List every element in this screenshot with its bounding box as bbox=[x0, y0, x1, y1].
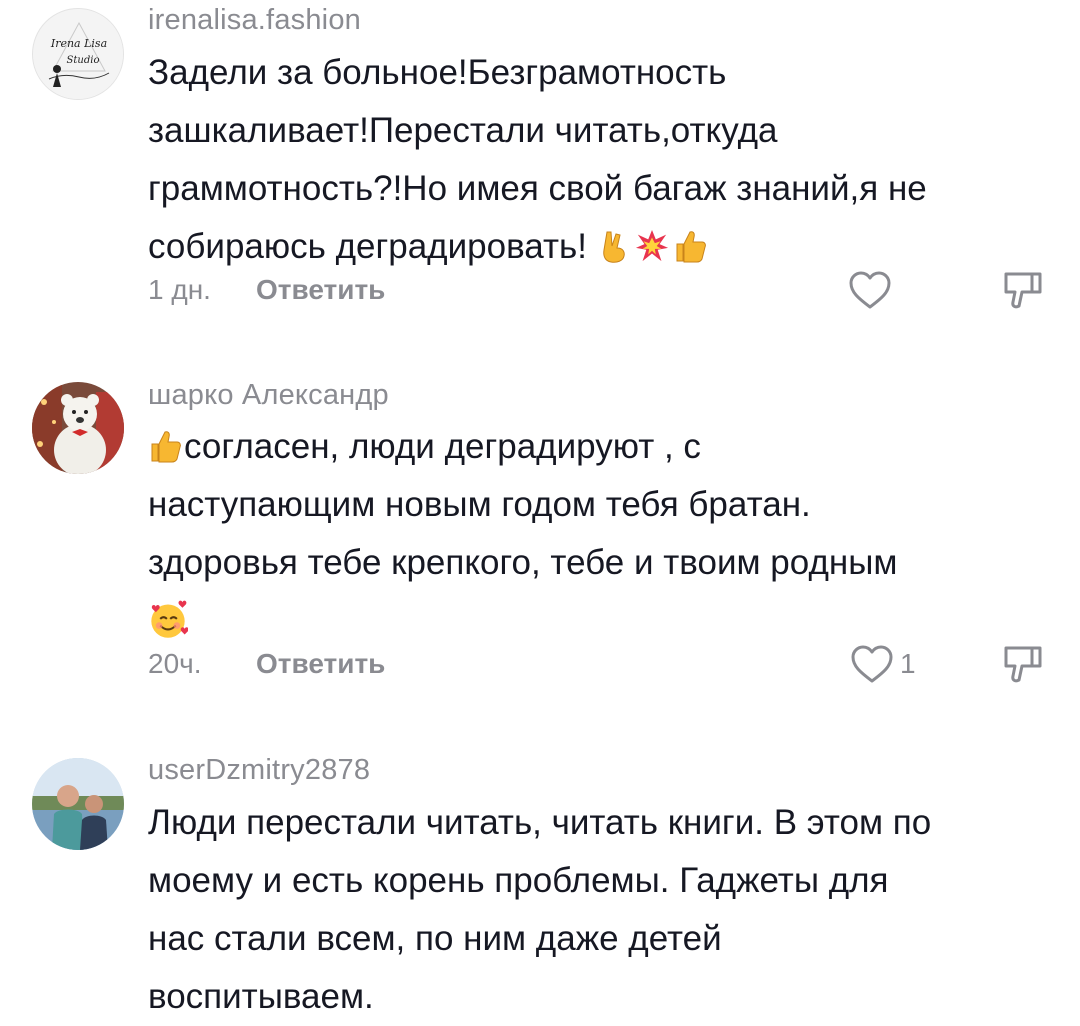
comment-line-text: собираюсь деградировать! bbox=[148, 227, 587, 266]
collision-emoji bbox=[635, 229, 668, 262]
comment-line: граммотность?!Но имея свой багаж знаний,… bbox=[148, 169, 927, 208]
comment-line-with-emoji: согласен, люди деградируют , с bbox=[148, 418, 1048, 476]
comment-line: воспитываем. bbox=[148, 977, 374, 1016]
avatar[interactable] bbox=[32, 382, 124, 474]
thumbs-up-emoji bbox=[151, 431, 181, 463]
comment-time: 1 дн. bbox=[148, 274, 211, 305]
comment-line: здоровья тебе крепкого, тебе и твоим род… bbox=[148, 543, 898, 582]
comment-line: Задели за больное!Безграмотность bbox=[148, 53, 727, 92]
comment-line: зашкаливает!Перестали читать,откуда bbox=[148, 111, 778, 150]
avatar-logo-text-1: Irena Lisa bbox=[50, 37, 107, 50]
comment-line: моему и есть корень проблемы. Гаджеты дл… bbox=[148, 861, 889, 900]
comment-time: 20ч. bbox=[148, 648, 202, 679]
comment-username[interactable]: irenalisa.fashion bbox=[148, 4, 361, 37]
comment-line-with-emojis: собираюсь деградировать! bbox=[148, 218, 1048, 276]
dislike-icon[interactable] bbox=[1000, 642, 1046, 686]
avatar-logo-text-2: Studio bbox=[67, 55, 100, 66]
victory-hand-emoji bbox=[602, 231, 625, 263]
avatar-photo-icon bbox=[32, 758, 124, 850]
comment-text: согласен, люди деградируют , с наступающ… bbox=[148, 418, 1048, 650]
avatar[interactable]: Irena Lisa Studio bbox=[32, 8, 124, 100]
avatar-photo-icon bbox=[32, 382, 124, 474]
avatar[interactable] bbox=[32, 758, 124, 850]
thumbs-up-emoji bbox=[676, 231, 706, 263]
smiling-face-with-hearts-emoji bbox=[151, 600, 188, 638]
reply-button[interactable]: Ответить bbox=[256, 274, 385, 306]
comment-meta: 20ч. Ответить bbox=[148, 648, 385, 680]
comment-line: наступающим новым годом тебя братан. bbox=[148, 485, 811, 524]
studio-logo-icon: Irena Lisa Studio bbox=[33, 9, 123, 99]
reply-button[interactable]: Ответить bbox=[256, 648, 385, 680]
comment-username[interactable]: шарко Александр bbox=[148, 379, 389, 412]
comment-text: Задели за больное!Безграмотность зашкали… bbox=[148, 44, 1048, 276]
comment-line: Люди перестали читать, читать книги. В э… bbox=[148, 803, 932, 842]
like-count: 1 bbox=[900, 648, 916, 679]
heart-icon[interactable] bbox=[848, 270, 892, 310]
comment-text: Люди перестали читать, читать книги. В э… bbox=[148, 794, 1048, 1026]
comment-meta: 1 дн. Ответить bbox=[148, 274, 385, 306]
dislike-icon[interactable] bbox=[1000, 268, 1046, 312]
comment-line-text: согласен, люди деградируют , с bbox=[184, 427, 701, 466]
comment-line: нас стали всем, по ним даже детей bbox=[148, 919, 722, 958]
comment-line-emoji bbox=[148, 592, 1048, 650]
heart-icon[interactable] bbox=[850, 644, 894, 684]
comment-username[interactable]: userDzmitry2878 bbox=[148, 754, 370, 787]
